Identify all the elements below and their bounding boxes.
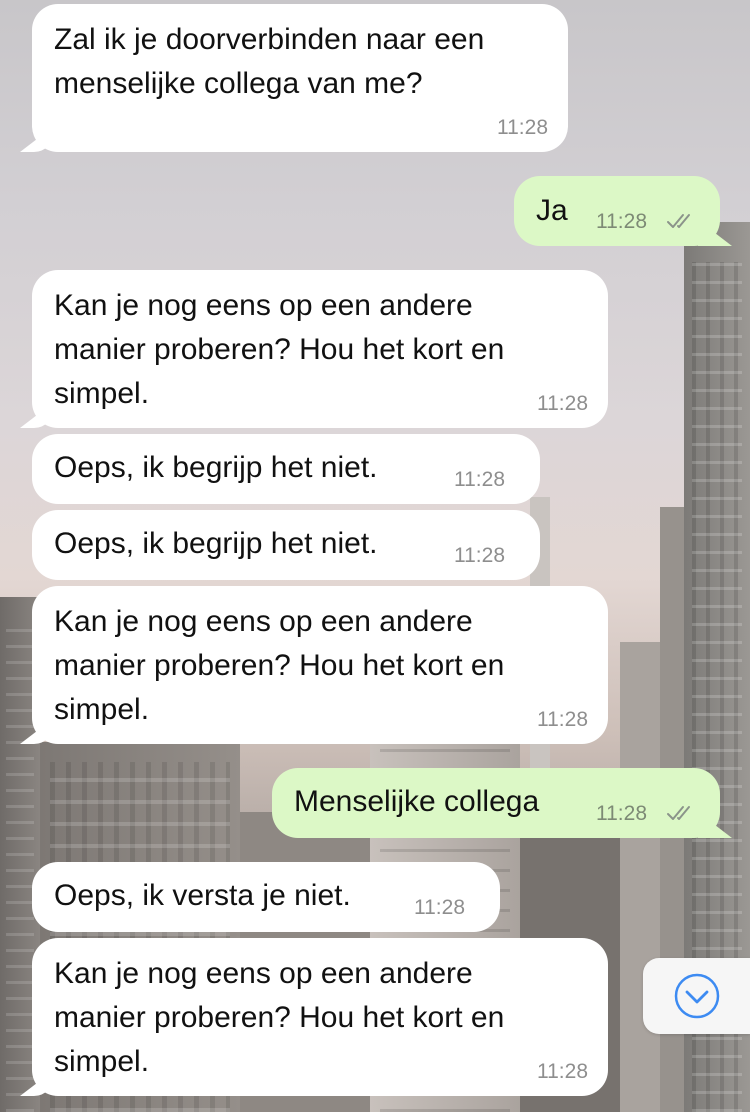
- message-line: Ja: [536, 194, 568, 227]
- message-text: Kan je nog eens op een andere manier pro…: [54, 284, 504, 416]
- message-line: Kan je nog eens op een andere: [54, 289, 473, 322]
- message-bubble-incoming[interactable]: Zal ik je doorverbinden naar een menseli…: [32, 4, 568, 152]
- message-line: manier proberen? Hou het kort en: [54, 649, 505, 682]
- message-text: Kan je nog eens op een andere manier pro…: [54, 952, 504, 1084]
- message-line: Oeps, ik versta je niet.: [54, 879, 351, 912]
- message-line: simpel.: [54, 693, 150, 726]
- message-bubble-incoming[interactable]: Kan je nog eens op een andere manier pro…: [32, 270, 608, 428]
- message-line: Zal ik je doorverbinden naar een: [54, 23, 485, 56]
- message-time: 11:28: [537, 1060, 588, 1083]
- scroll-to-bottom-button[interactable]: [643, 958, 750, 1034]
- message-line: Menselijke collega: [294, 785, 540, 818]
- message-line: Kan je nog eens op een andere: [54, 957, 473, 990]
- message-text: Oeps, ik begrijp het niet.: [54, 446, 378, 490]
- message-line: manier proberen? Hou het kort en: [54, 1001, 505, 1034]
- message-time: 11:28: [596, 210, 647, 233]
- message-text: Oeps, ik begrijp het niet.: [54, 522, 378, 566]
- message-bubble-incoming[interactable]: Oeps, ik begrijp het niet. 11:28: [32, 434, 540, 504]
- message-time: 11:28: [497, 116, 548, 139]
- message-line: Oeps, ik begrijp het niet.: [54, 527, 378, 560]
- message-line: menselijke collega van me?: [54, 67, 423, 100]
- message-bubble-outgoing[interactable]: Menselijke collega 11:28: [272, 768, 720, 838]
- message-bubble-incoming[interactable]: Kan je nog eens op een andere manier pro…: [32, 938, 608, 1096]
- double-check-icon: [667, 806, 690, 820]
- message-time: 11:28: [414, 896, 465, 919]
- message-time: 11:28: [454, 468, 505, 491]
- message-line: simpel.: [54, 1045, 150, 1078]
- message-line: Oeps, ik begrijp het niet.: [54, 451, 378, 484]
- message-time: 11:28: [537, 392, 588, 415]
- message-text: Menselijke collega: [294, 780, 539, 824]
- message-bubble-incoming[interactable]: Oeps, ik versta je niet. 11:28: [32, 862, 500, 932]
- message-bubble-outgoing[interactable]: Ja 11:28: [514, 176, 720, 246]
- message-text: Kan je nog eens op een andere manier pro…: [54, 600, 504, 732]
- chevron-down-circle-icon: [674, 973, 719, 1019]
- message-line: manier proberen? Hou het kort en: [54, 333, 505, 366]
- message-bubble-incoming[interactable]: Kan je nog eens op een andere manier pro…: [32, 586, 608, 744]
- message-line: simpel.: [54, 377, 150, 410]
- message-time: 11:28: [454, 544, 505, 567]
- double-check-icon: [667, 214, 690, 228]
- wallpaper-building: [620, 642, 662, 1112]
- message-line: Kan je nog eens op een andere: [54, 605, 473, 638]
- message-text: Oeps, ik versta je niet.: [54, 874, 351, 918]
- message-text: Zal ik je doorverbinden naar een menseli…: [54, 18, 484, 106]
- message-text: Ja: [536, 189, 568, 233]
- message-time: 11:28: [537, 708, 588, 731]
- message-bubble-incoming[interactable]: Oeps, ik begrijp het niet. 11:28: [32, 510, 540, 580]
- message-time: 11:28: [596, 802, 647, 825]
